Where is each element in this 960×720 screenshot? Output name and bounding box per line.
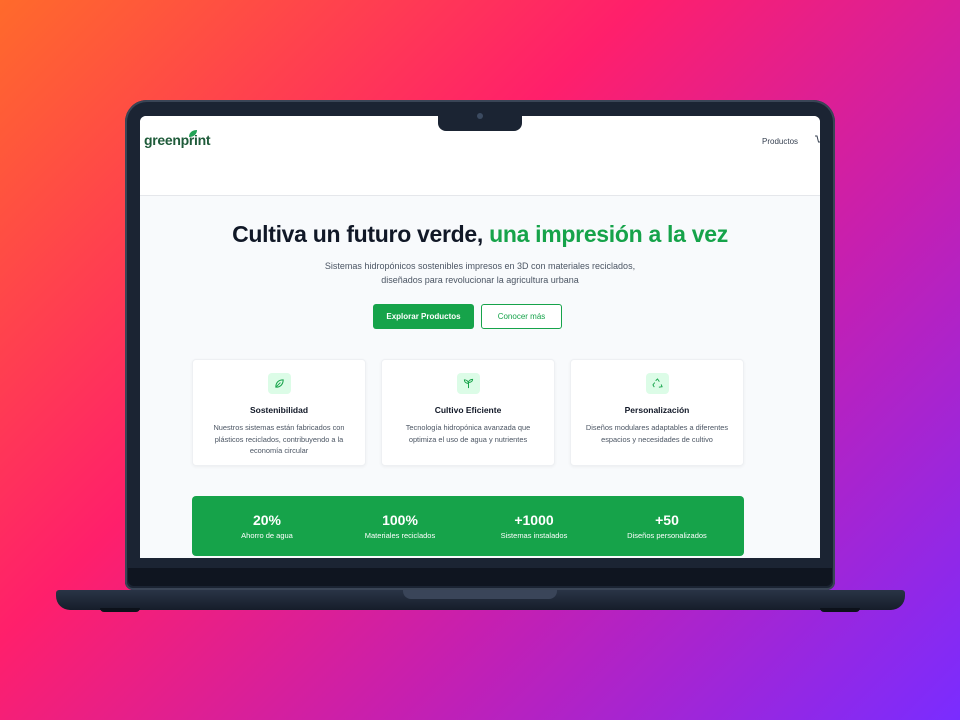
- stat-systems-installed: +1000 Sistemas instalados: [469, 512, 599, 540]
- stat-value: 100%: [382, 512, 418, 528]
- sprout-icon: [457, 373, 480, 394]
- stat-label: Sistemas instalados: [500, 531, 568, 540]
- stat-custom-designs: +50 Diseños personalizados: [602, 512, 732, 540]
- camera-icon: [477, 113, 483, 119]
- laptop-bezel: [128, 568, 832, 586]
- feature-description: Tecnología hidropónica avanzada que opti…: [405, 423, 531, 444]
- feature-title: Cultivo Eficiente: [434, 405, 502, 415]
- learn-more-button[interactable]: Conocer más: [481, 304, 562, 329]
- stat-value: 20%: [252, 512, 282, 528]
- feature-card-cultivo: Cultivo Eficiente Tecnología hidropónica…: [381, 359, 555, 466]
- stat-label: Materiales reciclados: [364, 531, 436, 540]
- stat-label: Diseños personalizados: [627, 531, 707, 540]
- stat-label: Ahorro de agua: [241, 531, 293, 540]
- feature-title: Sostenibilidad: [249, 405, 309, 415]
- laptop-foot: [820, 608, 860, 612]
- feature-card-personalizacion: Personalización Diseños modulares adapta…: [570, 359, 744, 466]
- hero-title-main: Cultiva un futuro verde,: [232, 221, 490, 247]
- logo[interactable]: greenprint: [144, 132, 211, 148]
- laptop-foot: [100, 608, 140, 612]
- stat-recycled-materials: 100% Materiales reciclados: [335, 512, 465, 540]
- stat-water-saving: 20% Ahorro de agua: [202, 512, 332, 540]
- cart-icon[interactable]: [815, 135, 820, 145]
- leaf-icon: [268, 373, 291, 394]
- laptop-hinge-groove: [403, 590, 557, 599]
- stats-band: 20% Ahorro de agua 100% Materiales recic…: [192, 496, 744, 556]
- leaf-logo-icon: [189, 130, 197, 137]
- stat-value: +50: [655, 512, 679, 528]
- hero-title: Cultiva un futuro verde, una impresión a…: [140, 221, 820, 248]
- feature-description: Diseños modulares adaptables a diferente…: [585, 423, 729, 444]
- hero-subtitle-line: Sistemas hidropónicos sostenibles impres…: [324, 261, 636, 271]
- explore-products-button[interactable]: Explorar Productos: [373, 304, 474, 329]
- laptop-screen: greenprint Productos Cultiva un futuro v…: [140, 116, 820, 558]
- feature-description: Nuestros sistemas están fabricados con p…: [213, 423, 345, 455]
- hero-subtitle-line: diseñados para revolucionar la agricultu…: [381, 275, 579, 285]
- recycle-icon: [646, 373, 669, 394]
- stat-value: +1000: [514, 512, 554, 528]
- hero-subtitle: Sistemas hidropónicos sostenibles impres…: [280, 259, 680, 287]
- feature-title: Personalización: [624, 405, 690, 415]
- feature-card-sostenibilidad: Sostenibilidad Nuestros sistemas están f…: [192, 359, 366, 466]
- hero-title-accent: una impresión a la vez: [489, 221, 728, 247]
- nav-link-productos[interactable]: Productos: [762, 137, 798, 146]
